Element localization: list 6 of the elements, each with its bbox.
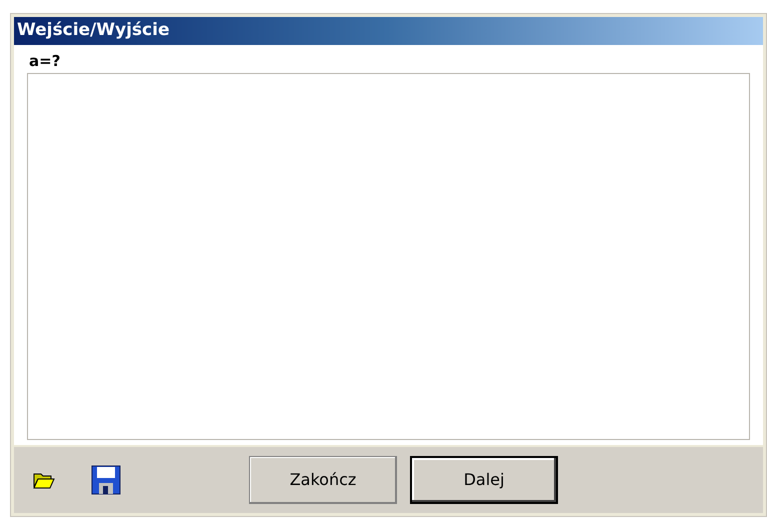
prompt-label: a=? (29, 51, 62, 72)
dialog-button[interactable]: Dalej (410, 456, 558, 504)
window-title: Wejście/Wyjście (17, 19, 170, 42)
save-icon[interactable] (91, 465, 121, 495)
dialog-button[interactable]: Zakończ (249, 456, 397, 504)
folder-icon[interactable] (33, 471, 55, 489)
